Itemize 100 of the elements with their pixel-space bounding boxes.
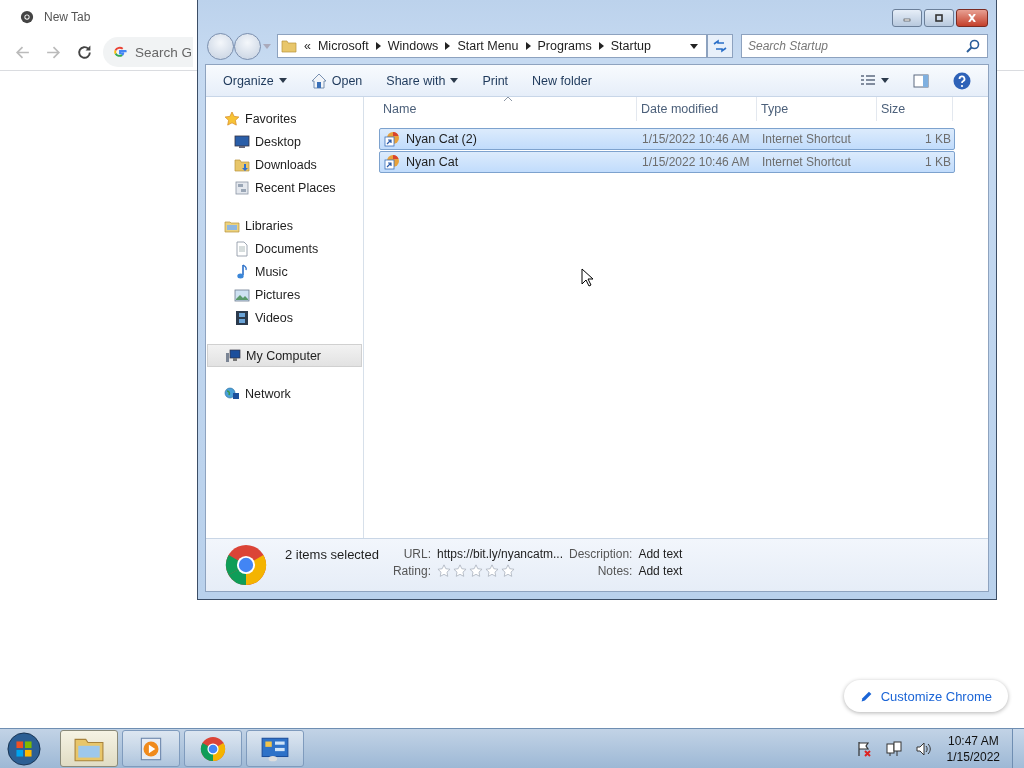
caret-icon (450, 78, 459, 83)
breadcrumb[interactable]: Microsoft (317, 39, 369, 53)
shortcut-icon (384, 154, 400, 170)
star-icon (452, 564, 467, 578)
command-button[interactable]: New folder (523, 69, 601, 92)
star-icon (484, 564, 499, 578)
film-strip-icon (234, 309, 250, 326)
command-button[interactable]: Open (301, 68, 372, 93)
column-header[interactable]: Size (877, 97, 953, 121)
nav-item[interactable]: Downloads (206, 153, 363, 176)
breadcrumb-bar[interactable]: « Microsoft Windows Start Menu Programs Startup (277, 34, 707, 58)
table-cell-text: 1/15/2022 10:46 AM (641, 155, 751, 169)
browser-logo-icon (225, 544, 267, 586)
document-icon (234, 240, 250, 257)
selection-summary: 2 items selected (285, 547, 379, 562)
close-button[interactable] (956, 9, 988, 27)
table-cell-text: 1/15/2022 10:46 AM (641, 132, 751, 146)
taskbar-button[interactable] (60, 730, 118, 767)
taskbar-button[interactable] (184, 730, 242, 767)
table-cell-text: Internet Shortcut (761, 132, 852, 146)
property-value[interactable]: Add text (638, 547, 683, 561)
property-value[interactable]: https://bit.ly/nyancatm... (436, 547, 564, 561)
column-header[interactable]: Name (379, 97, 637, 121)
nav-item[interactable]: Desktop (206, 130, 363, 153)
search-engine-icon (113, 45, 127, 59)
browser-tab[interactable]: New Tab (0, 0, 111, 34)
house-icon (310, 72, 327, 89)
nav-item[interactable]: Videos (206, 306, 363, 329)
dropdown-caret-icon[interactable] (690, 43, 698, 49)
nav-item[interactable]: Libraries (206, 214, 363, 237)
maximize-button[interactable] (924, 9, 954, 27)
star-icon (468, 564, 483, 578)
tab-title: New Tab (44, 10, 91, 24)
nav-item[interactable]: Network (206, 382, 363, 405)
action-center-icon[interactable] (855, 740, 872, 757)
pane-icon (913, 72, 929, 89)
table-cell-text: Internet Shortcut (761, 155, 852, 169)
command-button[interactable]: Print (473, 69, 518, 92)
address-field[interactable]: Search G (103, 37, 193, 67)
shortcut-icon (384, 131, 400, 147)
nav-item[interactable]: Documents (206, 237, 363, 260)
taskbar-button[interactable] (246, 730, 304, 767)
table-cell-text: 1 KB (924, 132, 952, 146)
network-status-icon[interactable] (885, 740, 902, 757)
file-row[interactable]: Nyan Cat (2) 1/15/2022 10:46 AM Internet Shortcut 1 KB (379, 128, 955, 150)
separator-arrow-icon (525, 42, 531, 50)
property-value[interactable]: Add text (638, 564, 683, 578)
refresh-icon (712, 38, 728, 54)
back-button[interactable] (207, 32, 234, 60)
property-label: Notes: (596, 564, 633, 578)
separator-arrow-icon (445, 42, 451, 50)
start-orb-icon (7, 731, 41, 766)
clock[interactable]: 10:47 AM 1/15/2022 (946, 732, 1000, 765)
close-icon (966, 14, 978, 22)
clock-time: 10:47 AM (947, 732, 999, 749)
mouse-pointer-icon (581, 268, 593, 287)
reload-icon[interactable] (76, 43, 93, 61)
nav-item[interactable]: Music (206, 260, 363, 283)
clock-date: 1/15/2022 (946, 748, 1000, 765)
browser-logo-icon (198, 735, 228, 762)
column-header[interactable]: Type (757, 97, 877, 121)
breadcrumb[interactable]: Startup (610, 39, 651, 53)
separator-arrow-icon (598, 42, 604, 50)
help-icon (953, 71, 971, 90)
forward-button[interactable] (234, 32, 261, 60)
search-field[interactable]: Search Startup (741, 34, 988, 58)
maximize-icon (933, 14, 945, 22)
nav-item[interactable]: Pictures (206, 283, 363, 306)
computer-icon (225, 347, 241, 364)
file-name: Nyan Cat (2) (406, 132, 477, 146)
star-icon (436, 564, 451, 578)
star-icon (500, 564, 515, 578)
search-icon (965, 38, 981, 54)
taskbar-button[interactable] (122, 730, 180, 767)
nav-item[interactable]: Recent Places (206, 176, 363, 199)
file-row[interactable]: Nyan Cat 1/15/2022 10:46 AM Internet Shortcut 1 KB (379, 151, 955, 173)
control-panel-icon (260, 735, 290, 762)
separator-arrow-icon (375, 42, 381, 50)
breadcrumb[interactable]: Programs (537, 39, 592, 53)
refresh-button[interactable] (707, 34, 733, 58)
nav-item[interactable]: My Computer (207, 344, 362, 367)
column-header[interactable]: Date modified (637, 97, 757, 121)
caret-icon (881, 78, 889, 83)
monitor-icon (234, 133, 250, 150)
show-desktop-button[interactable] (1012, 728, 1024, 768)
command-button[interactable]: Share with (377, 69, 468, 92)
breadcrumb[interactable]: Start Menu (457, 39, 519, 53)
file-name: Nyan Cat (406, 155, 459, 169)
overflow-chevron[interactable]: « (304, 39, 311, 53)
nav-item[interactable]: Favorites (206, 107, 363, 130)
property-label: URL: (402, 547, 431, 561)
star-icon (224, 110, 240, 127)
table-cell-text: 1 KB (924, 155, 952, 169)
customize-button[interactable]: Customize Chrome (843, 680, 1008, 712)
minimize-button[interactable] (892, 9, 922, 27)
volume-icon[interactable] (915, 740, 932, 757)
property-label: Rating: (392, 564, 431, 578)
network-icon (224, 385, 240, 402)
command-button[interactable]: Organize (214, 69, 296, 92)
breadcrumb[interactable]: Windows (387, 39, 439, 53)
